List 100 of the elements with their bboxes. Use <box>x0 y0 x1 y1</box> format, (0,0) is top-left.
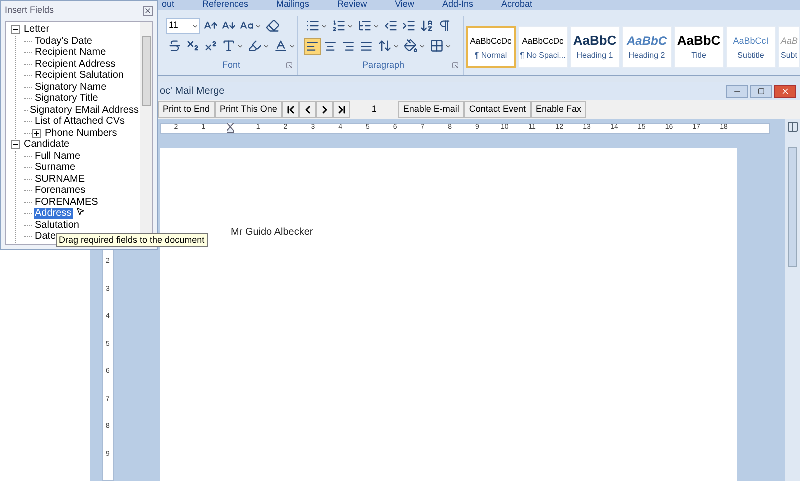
dropdown-icon[interactable] <box>321 22 328 30</box>
style-name: ¶ Normal <box>474 50 508 62</box>
style-tile[interactable]: AaBbCcDc ¶ No Spaci... <box>518 26 568 68</box>
align-button[interactable] <box>304 38 321 54</box>
style-preview: AaBbC <box>573 32 617 50</box>
dropdown-icon[interactable] <box>255 22 262 30</box>
font-size-field[interactable]: 11 <box>166 18 200 34</box>
tree-item[interactable]: Phone Numbers <box>44 128 118 139</box>
tree-item[interactable]: Signatory Name <box>34 82 108 93</box>
view-ruler-icon[interactable] <box>786 121 798 133</box>
highlighter-icon[interactable] <box>248 39 262 53</box>
collapse-icon[interactable] <box>11 25 20 34</box>
style-tile[interactable]: AaBbC Heading 2 <box>622 26 672 68</box>
style-name: Subt <box>781 50 798 62</box>
dropdown-icon[interactable] <box>373 22 380 30</box>
close-icon <box>780 86 790 96</box>
tree-item[interactable]: Today's Date <box>34 36 94 47</box>
toolbar-button[interactable]: Contact Event <box>464 101 531 118</box>
align-left-icon <box>306 40 319 52</box>
bullets-icon[interactable] <box>306 19 320 33</box>
style-tile[interactable]: AaBbCcI Subtitle <box>726 26 776 68</box>
tree-item[interactable]: Recipient Salutation <box>34 70 125 82</box>
clear-formatting-icon[interactable] <box>266 19 280 33</box>
close-button[interactable] <box>143 6 153 16</box>
subscript-icon[interactable] <box>186 39 200 53</box>
style-preview: AaBbC <box>626 33 667 50</box>
group-label: Paragraph <box>362 59 405 72</box>
sort-icon[interactable] <box>420 19 434 33</box>
decrease-indent-icon[interactable] <box>384 19 398 33</box>
toolbar-button[interactable]: Print This One <box>215 101 282 118</box>
style-name: Subtitle <box>738 50 764 62</box>
ribbon-tab[interactable]: Acrobat <box>501 0 532 10</box>
increase-indent-icon[interactable] <box>402 19 416 33</box>
dropdown-icon[interactable] <box>289 42 296 50</box>
tree-item[interactable]: Recipient Name <box>34 47 108 58</box>
tree-item[interactable]: Signatory EMail Address <box>29 104 140 116</box>
ribbon-tab[interactable]: References <box>202 0 249 10</box>
ribbon-tab[interactable]: Review <box>338 0 368 10</box>
collapse-icon[interactable] <box>11 140 20 150</box>
style-name: Title <box>692 50 706 62</box>
scrollbar-thumb[interactable] <box>788 147 797 267</box>
borders-icon[interactable] <box>430 39 444 53</box>
toolbar-button[interactable]: Enable E-mail <box>398 101 464 118</box>
style-tile[interactable]: AaBbC Title <box>674 26 724 68</box>
style-preview: AaBbCcDc <box>470 35 512 48</box>
group-label: Font <box>222 59 240 72</box>
tree-item[interactable]: Full Name <box>34 150 82 162</box>
dropdown-icon[interactable] <box>347 22 354 30</box>
dialog-launcher-icon[interactable] <box>452 62 459 70</box>
pilcrow-icon[interactable] <box>438 19 452 33</box>
expand-icon[interactable] <box>32 128 41 138</box>
ribbon-tab[interactable]: Mailings <box>276 0 310 10</box>
dropdown-icon[interactable] <box>237 42 244 50</box>
document-text: Mr Guido Albecker <box>231 227 314 238</box>
style-tile[interactable]: AaB Subt <box>778 26 800 68</box>
dialog-launcher-icon[interactable] <box>286 62 293 70</box>
ribbon-tab[interactable]: out <box>162 0 175 10</box>
maximize-button[interactable] <box>750 84 772 98</box>
font-color-icon[interactable] <box>274 39 288 53</box>
minimize-button[interactable] <box>726 84 748 98</box>
dropdown-icon[interactable] <box>393 42 400 50</box>
multilevel-list-icon[interactable] <box>358 19 372 33</box>
numbering-icon[interactable] <box>332 19 346 33</box>
tree-item[interactable]: Date <box>34 231 58 242</box>
style-tile[interactable]: AaBbCcDc ¶ Normal <box>466 26 516 68</box>
ribbon-tab[interactable]: Add-Ins <box>442 0 474 10</box>
tree-item[interactable]: List of Attached CVs <box>34 116 126 128</box>
style-tile[interactable]: AaBbC Heading 1 <box>570 26 620 68</box>
dropdown-icon[interactable] <box>419 42 426 50</box>
indent-marker-icon[interactable] <box>227 123 234 133</box>
tree-item[interactable]: Address <box>34 208 73 220</box>
tree-item[interactable]: Candidate <box>23 139 71 150</box>
tree-item[interactable]: Letter <box>23 24 51 36</box>
ribbon-tab[interactable]: View <box>395 0 414 10</box>
tree-item[interactable]: SURNAME <box>34 174 86 185</box>
tree-item[interactable]: FORENAMES <box>34 196 100 208</box>
dropdown-icon[interactable] <box>263 42 270 50</box>
line-spacing-icon[interactable] <box>378 39 392 53</box>
text-effects-icon[interactable] <box>222 39 236 53</box>
toolbar-button[interactable]: Print to End <box>158 101 216 118</box>
scrollbar-thumb[interactable] <box>142 36 150 106</box>
align-center-icon <box>324 40 337 52</box>
maximize-icon <box>758 88 764 94</box>
style-preview: AaBbC <box>677 32 721 50</box>
style-preview: AaBbCcDc <box>522 35 564 48</box>
shading-icon[interactable] <box>404 39 418 53</box>
tree-item[interactable]: Signatory Title <box>34 93 100 104</box>
tree-item[interactable]: Recipient Address <box>34 58 117 70</box>
dropdown-icon[interactable] <box>445 42 452 50</box>
align-right-icon <box>342 40 355 52</box>
tooltip: Drag required fields to the document <box>56 233 208 247</box>
dropdown-icon[interactable] <box>192 22 199 30</box>
tree-item[interactable]: Forenames <box>34 185 87 196</box>
toolbar-button[interactable]: Enable Fax <box>530 101 586 118</box>
panel-title: Insert Fields <box>5 4 54 18</box>
close-button[interactable] <box>774 84 796 98</box>
tree-item[interactable]: Salutation <box>34 220 80 231</box>
superscript-icon[interactable] <box>204 39 218 53</box>
strikethrough-icon[interactable] <box>168 39 182 53</box>
tree-item[interactable]: Surname <box>34 162 77 174</box>
